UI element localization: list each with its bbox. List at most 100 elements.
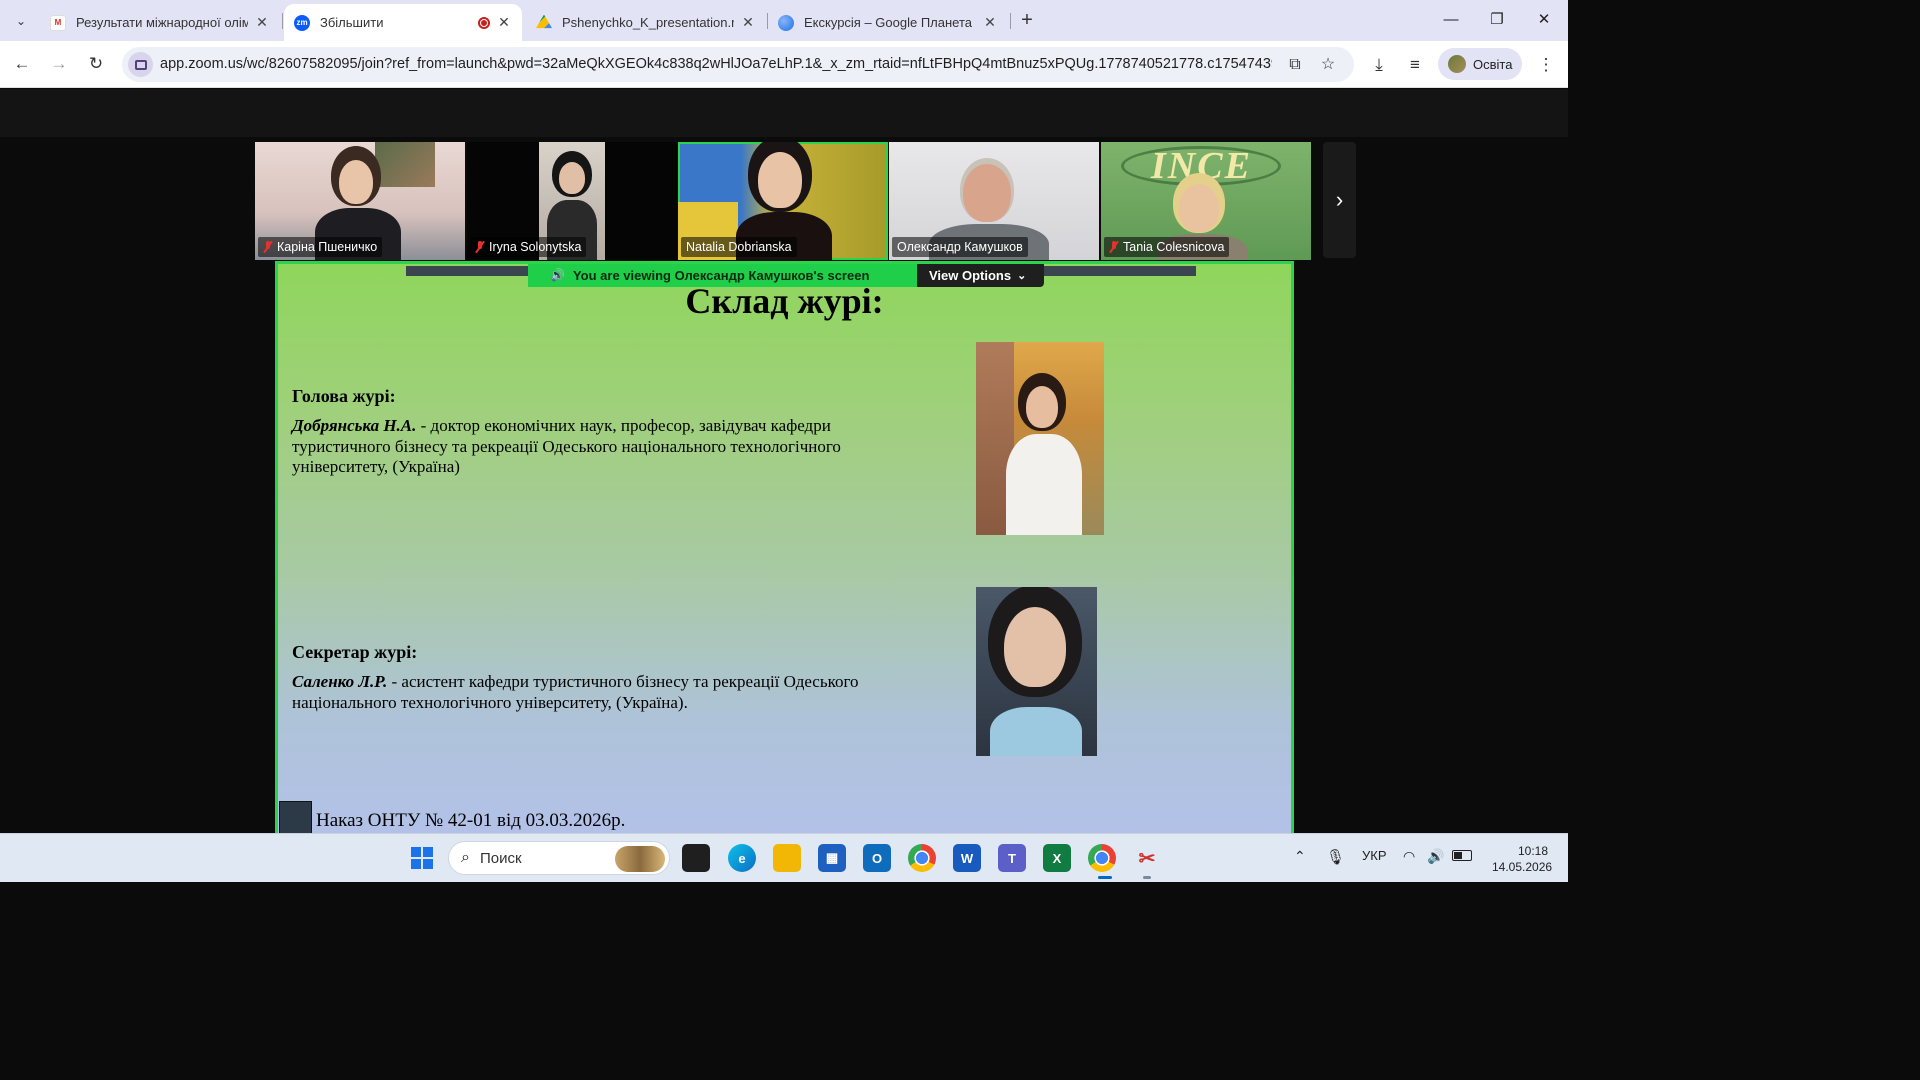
tab-title: Збільшити [320,15,384,30]
participant-name: Natalia Dobrianska [681,237,797,257]
gmail-icon: M [50,14,66,31]
microphone-icon[interactable]: 🎙 [1326,848,1345,866]
search-placeholder: Поиск [479,849,522,867]
participant-tile[interactable]: Iryna Solonytska [467,142,677,260]
teams-icon[interactable]: T [998,844,1026,872]
secretary-photo [976,587,1097,756]
avatar [1448,55,1466,73]
show-hidden-icons-chevron-up-icon[interactable]: ⌃ [1294,848,1306,865]
microsoft-store-icon[interactable]: ▦ [818,844,846,872]
menu-kebab-icon[interactable]: ⋮ [1534,53,1558,77]
head-photo [976,342,1104,535]
forward-button[interactable]: → [46,51,72,77]
chrome-icon[interactable] [908,844,936,872]
participant-name: Каріна Пшеничко [258,237,383,257]
restore-button[interactable]: ❐ [1482,8,1512,32]
media-control-icon[interactable]: ≡ [1403,53,1427,77]
zoom-meeting: Каріна Пшеничко Iryna Solonytska Natalia… [0,89,1568,833]
site-info-icon[interactable] [128,52,153,77]
clock-date: 14.05.2026 [1492,860,1553,874]
participant-head [963,164,1011,222]
tab-zoom[interactable]: zm Збільшити ✕ [284,4,522,41]
profile-label: Освіта [1473,56,1513,72]
recording-icon [478,16,490,29]
participant-head [1179,184,1219,232]
chrome-profile-icon[interactable] [1088,844,1116,872]
edge-icon[interactable]: e [728,844,756,872]
outlook-icon[interactable]: O [863,844,891,872]
person-head [1004,607,1066,687]
head-label: Голова журі: [292,386,396,406]
excel-icon[interactable]: X [1043,844,1071,872]
close-icon[interactable]: ✕ [254,14,270,31]
system-clock[interactable]: 10:18 14.05.2026 [1492,843,1553,875]
windows-logo-icon [411,847,433,869]
active-app-indicator [1098,876,1112,879]
clock-time: 10:18 [1517,844,1548,858]
head-name: Добрянська Н.А. [292,416,417,435]
bookmark-star-icon[interactable]: ☆ [1318,55,1338,75]
participant-name: Iryna Solonytska [470,237,587,257]
tab-search-icon[interactable]: ⌄ [8,8,34,34]
participant-tile[interactable]: INCE Tania Colesnicova [1101,142,1311,260]
person-head [1026,386,1058,428]
windows-taskbar: ⌕ Поиск e ▦ O W T X ✂ ⌃ 🎙 УКР ◠ 🔊 10:18 … [0,833,1568,882]
google-earth-icon [778,14,794,31]
volume-icon[interactable]: 🔊 [1427,848,1444,865]
background-logo: INCE [1151,145,1252,187]
tab-gmail[interactable]: M Результати міжнародної олімп ✕ [40,4,280,41]
new-tab-button[interactable]: + [1016,9,1038,31]
back-button[interactable]: ← [9,51,35,77]
person-body [1006,434,1082,535]
slide-thumbnail [279,801,312,833]
participant-tile-active-speaker[interactable]: Natalia Dobrianska [678,142,888,260]
google-drive-icon [536,14,552,29]
participant-head [758,152,802,208]
running-app-indicator [1143,876,1151,879]
mic-muted-icon [475,241,485,253]
participant-tile[interactable]: Каріна Пшеничко [255,142,465,260]
windows-start-button[interactable] [408,844,436,872]
zoom-icon: zm [294,14,310,31]
tab-drive[interactable]: Pshenychko_K_presentation.mp ✕ [526,4,766,41]
tab-google-earth[interactable]: Екскурсія – Google Планета Зем ✕ [768,4,1008,41]
search-highlight-image [615,846,665,872]
participant-name: Олександр Камушков [892,237,1028,257]
mic-muted-icon [263,241,273,253]
next-page-button[interactable]: › [1323,142,1356,258]
secretary-name: Саленко Л.Р. [292,672,388,691]
translate-icon[interactable]: ⧉ [1285,55,1305,75]
participant-tile[interactable]: Олександр Камушков [889,142,1099,260]
wifi-icon[interactable]: ◠ [1403,848,1415,865]
shared-screen: 🔊 You are viewing Олександр Камушков's s… [275,261,1294,833]
zoom-top-bar [0,89,1568,137]
secretary-label: Секретар журі: [292,642,418,662]
snipping-tool-icon[interactable]: ✂ [1133,844,1161,872]
file-explorer-icon[interactable] [773,844,801,872]
language-indicator[interactable]: УКР [1362,848,1387,863]
address-bar[interactable]: app.zoom.us/wc/82607582095/join?ref_from… [122,47,1354,82]
tab-divider [282,13,283,29]
close-icon[interactable]: ✕ [740,14,756,31]
close-icon[interactable]: ✕ [982,14,998,31]
close-icon[interactable]: ✕ [496,14,512,31]
chevron-right-icon: › [1335,187,1344,212]
participant-head [339,160,373,204]
url-text[interactable]: app.zoom.us/wc/82607582095/join?ref_from… [160,56,1272,72]
tab-title: Результати міжнародної олімп [76,15,248,30]
word-icon[interactable]: W [953,844,981,872]
participant-name: Tania Colesnicova [1104,237,1230,257]
close-window-button[interactable]: ✕ [1529,8,1559,32]
reload-button[interactable]: ↻ [83,51,109,77]
battery-icon[interactable] [1452,850,1472,861]
download-icon[interactable]: ⤓ [1367,53,1391,77]
taskbar-search-input[interactable]: ⌕ Поиск [448,841,670,875]
wall-painting [375,142,435,187]
tab-title: Екскурсія – Google Планета Зем [804,15,976,30]
tab-divider [1010,13,1011,29]
minimize-button[interactable]: — [1436,8,1466,32]
mic-muted-icon [1109,241,1119,253]
slide-title: Склад журі: [685,281,884,321]
task-view-icon[interactable] [682,844,710,872]
profile-button[interactable]: Освіта [1438,48,1522,80]
